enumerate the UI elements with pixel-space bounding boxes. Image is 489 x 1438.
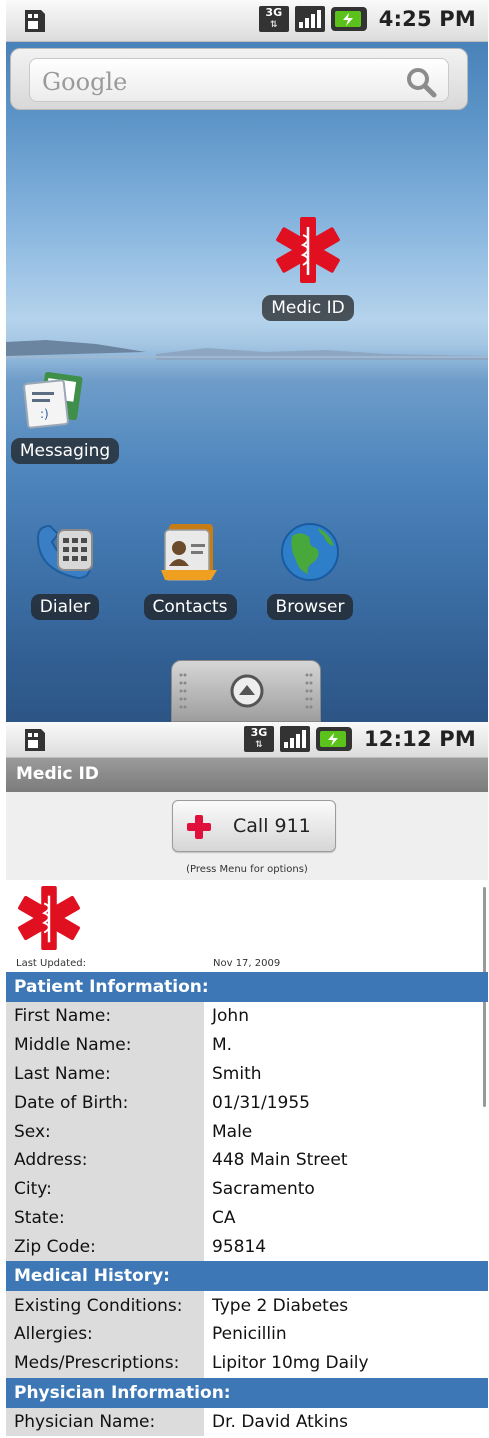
history-rows: Existing Conditions: Type 2 Diabetes Aller… [6,1291,488,1378]
app-medic-id[interactable]: Medic ID [258,215,358,321]
last-updated-label: Last Updated: [16,958,86,969]
app-label-dialer: Dialer [30,594,100,620]
info-row-value: Male [212,1121,253,1142]
info-list: Patient Information: First Name: John Midd… [6,972,488,1437]
menu-hint: (Press Menu for options) [186,864,308,875]
info-row: Physician Name: Dr. David Atkins [6,1407,488,1437]
info-row-value: CA [212,1207,236,1228]
info-row: Existing Conditions: Type 2 Diabetes [6,1291,488,1320]
chevron-up-icon [230,674,264,708]
info-row-label: Sex: [6,1117,204,1146]
info-row-label: Meds/Prescriptions: [6,1348,204,1378]
medic-id-screen: 3G ⇅ 12:12 PM Medic ID Call 911 (Press M… [6,722,488,1438]
status-bar: 3G ⇅ 4:25 PM [6,0,488,42]
app-messaging[interactable]: :) Messaging [10,368,120,464]
status-time: 4:25 PM [378,7,476,31]
physician-rows: Physician Name: Dr. David Atkins [6,1407,488,1437]
info-row-label: Last Name: [6,1059,204,1089]
patient-rows: First Name: John Middle Name: M. Last Name: S… [6,1002,488,1262]
status-bar: 3G ⇅ 12:12 PM [6,722,488,758]
info-row-label: Address: [6,1145,204,1175]
call-panel: Call 911 (Press Menu for options) [6,792,488,880]
info-row-label: Physician Name: [6,1407,204,1437]
app-browser[interactable]: Browser [260,520,360,620]
info-row-value: Type 2 Diabetes [212,1295,349,1316]
app-title: Medic ID [16,764,99,784]
info-row: State: CA [6,1203,488,1233]
info-row: Middle Name: M. [6,1030,488,1060]
drawer-grip-right-icon [305,673,313,709]
signal-strength-icon [279,726,310,752]
battery-charging-icon [315,727,352,751]
google-search-widget[interactable]: Google [10,48,468,110]
info-row-value: Dr. David Atkins [212,1411,349,1432]
section-medical-history: Medical History: [6,1261,488,1292]
info-row-value: John [212,1006,249,1027]
info-row: Sex: Male [6,1117,488,1146]
info-row: Zip Code: 95814 [6,1232,488,1262]
app-label-messaging: Messaging [10,438,120,464]
info-row-label: Middle Name: [6,1030,204,1060]
drawer-grip-left-icon [179,673,187,709]
info-row-value: Sacramento [212,1179,315,1200]
info-row: Last Name: Smith [6,1059,488,1089]
section-patient-information: Patient Information: [6,972,488,1002]
app-dialer[interactable]: Dialer [20,520,110,620]
info-row-value: M. [212,1035,233,1056]
google-search-field[interactable]: Google [29,58,449,102]
messaging-icon: :) [23,371,83,429]
medic-star-of-life-icon [18,885,80,951]
globe-icon [281,523,339,581]
svg-text::): :) [40,407,49,421]
app-label-browser: Browser [266,594,354,620]
phone-icon [36,524,93,580]
info-row: Date of Birth: 01/31/1955 [6,1088,488,1118]
sd-card-icon [25,10,45,32]
network-3g-icon: 3G ⇅ [243,726,274,752]
info-row: Address: 448 Main Street [6,1145,488,1175]
info-row-label: City: [6,1174,204,1204]
last-updated-value: Nov 17, 2009 [213,958,281,969]
status-time: 12:12 PM [363,727,476,751]
info-row: City: Sacramento [6,1174,488,1204]
search-icon[interactable] [404,65,438,99]
medic-star-of-life-icon [276,217,340,283]
app-label-medic-id: Medic ID [262,295,354,321]
call-911-button[interactable]: Call 911 [172,800,336,852]
info-row: Meds/Prescriptions: Lipitor 10mg Daily [6,1348,488,1378]
info-row: Allergies: Penicillin [6,1319,488,1349]
app-label-contacts: Contacts [143,594,237,620]
info-row-value: Smith [212,1063,262,1084]
info-row-value: 448 Main Street [212,1150,348,1171]
battery-charging-icon [330,7,367,31]
app-title-bar: Medic ID [6,758,488,792]
info-row-label: Date of Birth: [6,1088,204,1118]
section-physician-information: Physician Information: [6,1377,488,1408]
info-row-label: State: [6,1203,204,1233]
info-row-label: Zip Code: [6,1232,204,1262]
app-drawer-handle[interactable] [171,660,321,722]
info-row-value: 01/31/1955 [212,1092,310,1113]
contacts-icon [161,524,217,581]
sd-card-icon [25,729,45,751]
signal-strength-icon [294,6,325,32]
network-3g-icon: 3G ⇅ [258,6,289,32]
info-row-label: First Name: [6,1002,204,1031]
app-contacts[interactable]: Contacts [140,520,240,620]
info-row-label: Existing Conditions: [6,1291,204,1320]
info-row-value: Penicillin [212,1324,287,1345]
info-row: First Name: John [6,1002,488,1031]
call-911-label: Call 911 [233,815,311,837]
google-search-placeholder: Google [42,68,128,96]
red-cross-icon [187,815,211,839]
info-row-value: 95814 [212,1236,267,1257]
home-screen: 3G ⇅ 4:25 PM Google Medic ID:) Messagin… [6,0,488,722]
info-row-value: Lipitor 10mg Daily [212,1353,369,1374]
info-row-label: Allergies: [6,1319,204,1349]
